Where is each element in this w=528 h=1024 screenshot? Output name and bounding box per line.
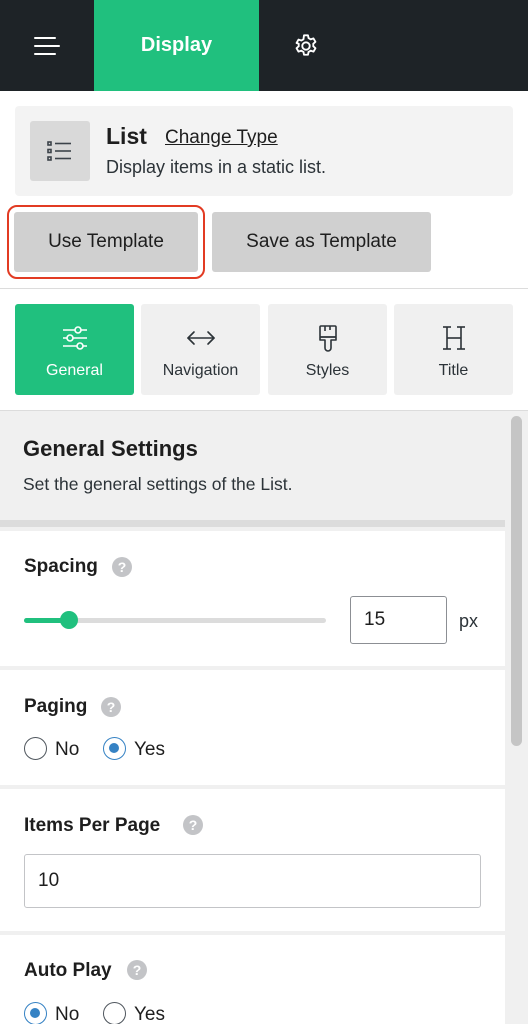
tab-general[interactable]: General: [15, 304, 134, 395]
paging-yes-label: Yes: [134, 739, 165, 760]
spacing-slider-thumb[interactable]: [60, 611, 78, 629]
tab-general-label: General: [46, 362, 103, 379]
spacing-unit: px: [459, 611, 479, 631]
paintbrush-icon: [318, 325, 337, 352]
menu-button[interactable]: [0, 0, 94, 91]
tab-styles-label: Styles: [305, 362, 350, 379]
auto-play-no-radio[interactable]: [24, 1002, 47, 1024]
tab-title-label: Title: [438, 362, 469, 379]
heading-icon: [442, 326, 465, 350]
help-icon[interactable]: ?: [112, 557, 132, 577]
paging-no-label: No: [55, 739, 80, 760]
help-icon[interactable]: ?: [101, 697, 121, 717]
list-icon: [47, 141, 71, 161]
paging-no-radio[interactable]: [24, 737, 47, 760]
paging-yes-radio[interactable]: [103, 737, 126, 760]
items-per-page-label: Items Per Page: [24, 815, 161, 836]
tab-navigation[interactable]: Navigation: [141, 304, 260, 395]
divider: [0, 288, 528, 289]
spacing-label: Spacing: [24, 556, 98, 577]
auto-play-label: Auto Play: [24, 960, 112, 981]
use-template-button[interactable]: Use Template: [14, 212, 198, 272]
auto-play-no-label: No: [55, 1004, 80, 1024]
list-type-thumbnail: [30, 121, 90, 181]
tab-styles[interactable]: Styles: [268, 304, 387, 395]
sliders-icon: [62, 326, 87, 350]
save-as-template-button[interactable]: Save as Template: [212, 212, 431, 272]
scrollbar-thumb[interactable]: [511, 416, 522, 746]
spacing-input[interactable]: 15: [350, 596, 447, 644]
tab-navigation-label: Navigation: [162, 362, 239, 379]
block-type-name: List: [106, 123, 147, 149]
help-icon[interactable]: ?: [127, 960, 147, 980]
block-type-description: Display items in a static list.: [106, 157, 327, 177]
section-separator: [0, 520, 505, 527]
hamburger-icon: [34, 36, 60, 55]
items-per-page-input[interactable]: 10: [24, 854, 481, 908]
section-description: Set the general settings of the List.: [23, 474, 293, 494]
arrows-horizontal-icon: [186, 331, 215, 345]
block-type-card: List Change Type Display items in a stat…: [15, 106, 513, 196]
tab-title[interactable]: Title: [394, 304, 513, 395]
paging-label: Paging: [24, 696, 88, 717]
auto-play-yes-label: Yes: [134, 1004, 165, 1024]
top-bar: Display: [0, 0, 528, 91]
tab-display[interactable]: Display: [94, 0, 259, 91]
auto-play-yes-radio[interactable]: [103, 1002, 126, 1024]
section-title: General Settings: [23, 436, 198, 461]
change-type-link[interactable]: Change Type: [165, 127, 278, 149]
settings-button[interactable]: [259, 0, 353, 91]
paging-card: [0, 670, 505, 785]
gear-icon: [295, 33, 317, 56]
help-icon[interactable]: ?: [183, 815, 203, 835]
panel-scrollbar[interactable]: [509, 416, 524, 1024]
